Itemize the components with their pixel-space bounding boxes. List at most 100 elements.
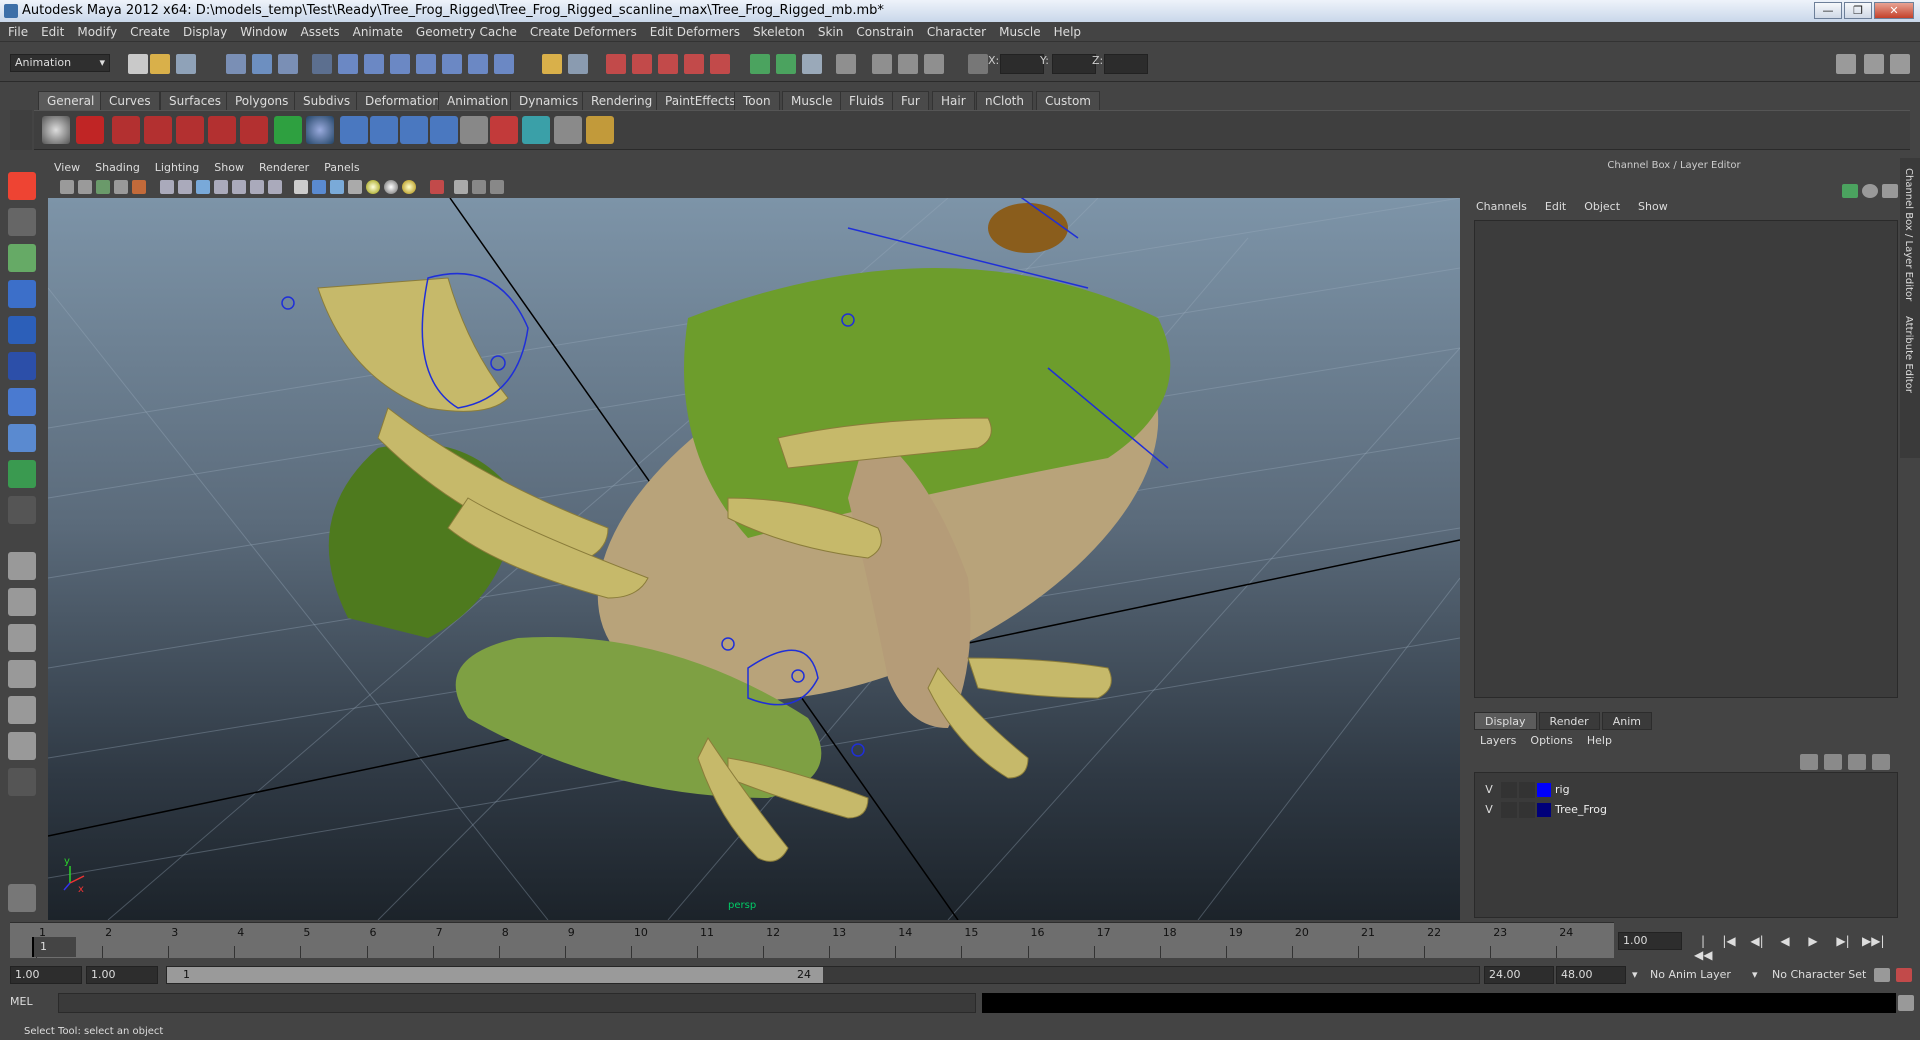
perspective-viewport[interactable]: y x persp [48,198,1460,920]
shelf-tab-polygons[interactable]: Polygons [226,91,298,110]
select-mask-icon[interactable] [312,54,332,74]
question-mark-icon[interactable] [76,116,104,144]
xray-icon[interactable] [454,180,468,194]
layer-menu-options[interactable]: Options [1530,734,1572,747]
character-set-dropdown[interactable]: No Character Set [1772,966,1866,984]
render-view-icon[interactable] [750,54,770,74]
step-forward-frame-icon[interactable]: ▶| [1834,934,1852,948]
y-input[interactable] [1052,54,1096,74]
input-ops-icon[interactable] [606,54,626,74]
help-icon[interactable] [494,54,514,74]
output-ops-icon[interactable] [632,54,652,74]
mel-command-input[interactable] [58,993,976,1013]
layer-tab-display[interactable]: Display [1474,712,1537,730]
spline-ik-icon[interactable] [430,116,458,144]
image-plane-icon[interactable] [114,180,128,194]
shelf-tab-subdivs[interactable]: Subdivs [294,91,360,110]
channel-box-menu-object[interactable]: Object [1584,200,1620,213]
backface-culling-icon[interactable] [490,180,504,194]
shelf-tab-surfaces[interactable]: Surfaces [160,91,230,110]
character-set-chevron-icon[interactable]: ▾ [1752,966,1758,984]
layer-row[interactable]: Vrig [1481,781,1891,799]
paint-brush-icon[interactable] [586,116,614,144]
layer-type-toggle[interactable] [1501,802,1517,818]
render-globals-icon[interactable] [898,54,918,74]
snap-point-icon[interactable] [390,54,410,74]
move-tool-icon[interactable] [8,280,36,308]
universal-manipulator-icon[interactable] [8,388,36,416]
layer-visibility-toggle[interactable]: V [1481,782,1497,798]
shelf-tab-custom[interactable]: Custom [1036,91,1100,110]
select-by-object-icon[interactable] [252,54,272,74]
sphere-icon[interactable] [306,116,334,144]
layer-visibility-toggle[interactable]: V [1481,802,1497,818]
graph-editor-layout-icon[interactable] [8,660,36,688]
ik-chain-icon[interactable] [400,116,428,144]
fluid-container-icon[interactable] [522,116,550,144]
new-empty-layer-icon[interactable] [1824,754,1842,770]
smooth-shade-icon[interactable] [312,180,326,194]
close-button[interactable]: ✕ [1874,2,1914,19]
play-backwards-icon[interactable]: ◀ [1776,934,1794,948]
channel-box-toggle-icon[interactable] [1882,184,1898,198]
shelf-tab-dynamics[interactable]: Dynamics [510,91,588,110]
select-camera-icon[interactable] [60,180,74,194]
four-view-layout-icon[interactable] [8,588,36,616]
channel-box-settings-icon[interactable] [1862,184,1878,198]
paint-select-tool-icon[interactable] [8,244,36,272]
shelf-tab-rendering[interactable]: Rendering [582,91,662,110]
snap-curve-icon[interactable] [364,54,384,74]
step-back-frame-icon[interactable]: ◀| [1748,934,1766,948]
hypershade-icon[interactable] [872,54,892,74]
hypershade-layout-icon[interactable] [8,696,36,724]
smooth-tool-icon[interactable] [208,116,236,144]
menu-display[interactable]: Display [183,25,227,39]
anim-layer-chevron-icon[interactable]: ▾ [1632,966,1638,984]
select-by-hierarchy-icon[interactable] [226,54,246,74]
menu-muscle[interactable]: Muscle [999,25,1041,39]
joint-chain-icon[interactable] [340,116,368,144]
menu-geometry-cache[interactable]: Geometry Cache [416,25,517,39]
menu-constrain[interactable]: Constrain [856,25,914,39]
layer-color-swatch[interactable] [1537,783,1551,797]
shelf-tab-fluids[interactable]: Fluids [840,91,894,110]
wireframe-icon[interactable] [294,180,308,194]
z-input[interactable] [1104,54,1148,74]
move-layer-up-icon[interactable] [1848,754,1866,770]
animation-preferences-icon[interactable] [1896,968,1912,982]
rotate-tool-icon[interactable] [8,316,36,344]
transform-field-icon[interactable] [968,54,988,74]
bind-skin-icon[interactable] [274,116,302,144]
brush-tool-icon[interactable] [176,116,204,144]
play-forwards-icon[interactable]: ▶ [1804,934,1822,948]
menu-file[interactable]: File [8,25,28,39]
film-reel-icon[interactable] [42,116,70,144]
menu-create-deformers[interactable]: Create Deformers [530,25,637,39]
more-layouts-icon[interactable] [8,768,36,796]
snap-view-plane-icon[interactable] [416,54,436,74]
safe-title-icon[interactable] [268,180,282,194]
layer-color-swatch[interactable] [1537,803,1551,817]
menu-window[interactable]: Window [240,25,287,39]
lasso-tool-icon[interactable] [8,208,36,236]
make-live-icon[interactable] [442,54,462,74]
layer-tab-anim[interactable]: Anim [1601,712,1652,730]
shelf-tab-toon[interactable]: Toon [734,91,780,110]
panel-menu-renderer[interactable]: Renderer [259,161,309,174]
layer-row[interactable]: V Tree_Frog [1481,801,1891,819]
select-by-component-icon[interactable] [278,54,298,74]
time-slider[interactable]: 1 2 3 4 5 6 7 8 9 10 11 12 13 14 15 16 17 18 19 20 21 22 23 24 1 [10,922,1614,958]
move-layer-down-icon[interactable] [1872,754,1890,770]
menu-set-dropdown[interactable]: Animation [10,54,110,72]
go-to-start-icon[interactable]: |◀◀ [1694,934,1712,962]
current-time-field[interactable]: 1.00 [1618,932,1682,950]
last-tool-icon[interactable] [8,496,36,524]
bookmark-icon[interactable] [96,180,110,194]
grid-icon[interactable] [160,180,174,194]
batch-render-icon[interactable] [924,54,944,74]
playback-start-field[interactable]: 1.00 [86,966,158,984]
render-current-icon[interactable] [776,54,796,74]
shelf-tab-general[interactable]: General [38,91,104,110]
shelf-tab-curves[interactable]: Curves [100,91,160,110]
layer-menu-layers[interactable]: Layers [1480,734,1516,747]
